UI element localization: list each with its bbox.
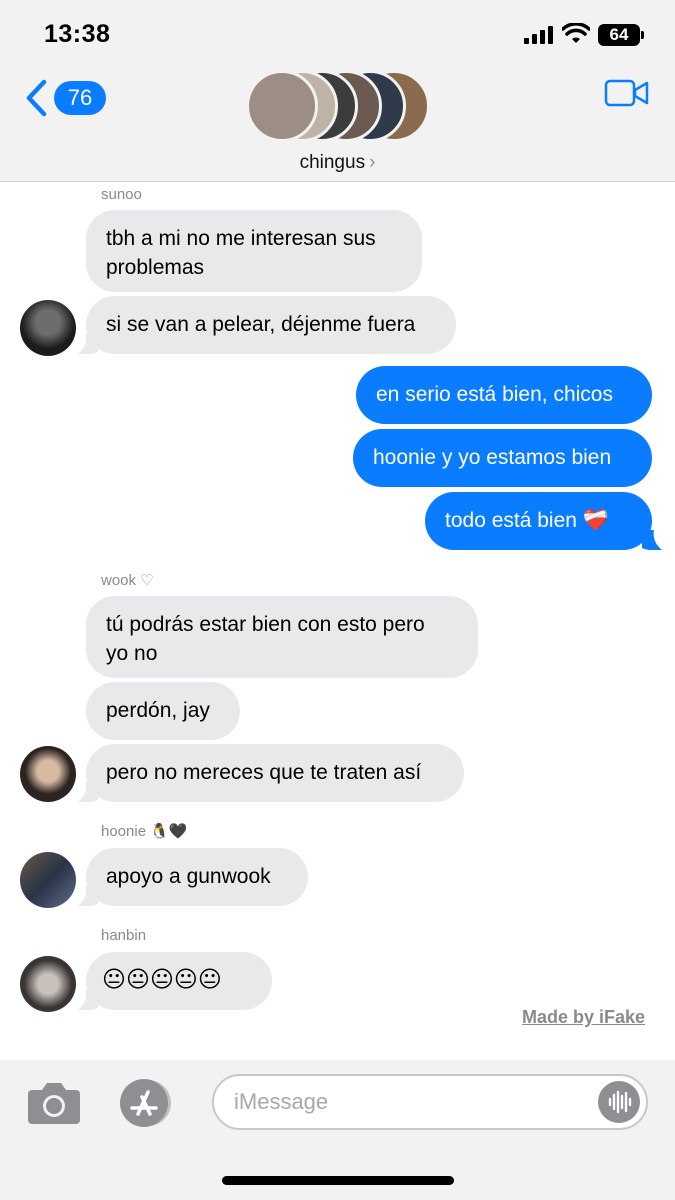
message-bubble[interactable]: hoonie y yo estamos bien [353, 429, 652, 487]
message-bubble[interactable]: pero no mereces que te traten así [86, 744, 464, 802]
battery-icon: 64 [598, 24, 640, 46]
group-avatars[interactable] [246, 70, 430, 142]
back-button[interactable]: 76 [24, 78, 114, 118]
audio-message-button[interactable] [598, 1081, 640, 1123]
group-name-text: chingus [299, 152, 366, 173]
chevron-right-icon: › [369, 152, 376, 173]
group-name[interactable]: chingus › [0, 152, 675, 174]
wifi-icon [562, 23, 590, 43]
message-text: problemas [106, 256, 205, 279]
audio-message-icon [608, 1090, 632, 1114]
message-text: pero no mereces que te traten así [106, 761, 422, 784]
message-input-placeholder: iMessage [234, 1089, 329, 1114]
signal-icon [524, 26, 553, 44]
sender-name: hanbin [101, 927, 147, 944]
watermark: Made by iFake [522, 1007, 646, 1027]
bubble-tail [78, 334, 98, 354]
message-text: tú podrás estar bien con esto pero [106, 613, 425, 636]
composer-bar: iMessage [0, 1060, 675, 1200]
back-chevron-icon [26, 79, 47, 117]
sender-name: hoonie 🐧🖤 [101, 823, 188, 840]
message-text: apoyo a gunwook [106, 865, 271, 888]
home-indicator [222, 1176, 454, 1185]
avatar[interactable] [20, 852, 76, 908]
camera-icon[interactable] [26, 1080, 82, 1126]
avatar[interactable] [20, 300, 76, 356]
message-text: en serio está bien, chicos [376, 383, 613, 406]
status-bar: 13:38 64 [0, 0, 675, 70]
app-store-icon[interactable] [116, 1078, 176, 1128]
battery-tip [641, 31, 644, 39]
message-bubble[interactable]: todo está bien ❤️‍🩹 [425, 492, 652, 550]
bubble-tail [78, 782, 98, 802]
message-text: hoonie y yo estamos bien [373, 446, 612, 469]
message-bubble[interactable]: si se van a pelear, déjenme fuera [86, 296, 456, 354]
sender-name: wook ♡ [101, 572, 154, 589]
message-text: perdón, jay [106, 699, 210, 722]
avatar[interactable] [20, 746, 76, 802]
message-bubble[interactable]: tbh a mi no me interesan sus problemas [86, 210, 422, 292]
message-bubble[interactable]: apoyo a gunwook [86, 848, 308, 906]
message-input[interactable]: iMessage [212, 1074, 648, 1130]
video-call-icon[interactable] [604, 78, 650, 108]
unread-count-badge: 76 [54, 81, 106, 115]
message-bubble[interactable]: perdón, jay [86, 682, 240, 740]
conversation-header: 76 chingus › [0, 70, 675, 182]
message-text: 😐😐😐😐😐 [102, 966, 222, 992]
message-bubble[interactable]: en serio está bien, chicos [356, 366, 652, 424]
sender-name: sunoo [101, 186, 142, 203]
status-time: 13:38 [44, 20, 111, 48]
message-text: yo no [106, 642, 158, 665]
message-bubble[interactable]: tú podrás estar bien con esto pero yo no [86, 596, 478, 678]
bubble-tail [78, 990, 98, 1010]
message-text: si se van a pelear, déjenme fuera [106, 313, 416, 336]
message-bubble[interactable]: 😐😐😐😐😐 [86, 952, 272, 1010]
bubble-tail [642, 530, 662, 550]
bubble-tail [78, 886, 98, 906]
message-text: todo está bien ❤️‍🩹 [445, 509, 609, 532]
group-avatar [246, 70, 318, 142]
message-text: tbh a mi no me interesan sus [106, 227, 376, 250]
avatar[interactable] [20, 956, 76, 1012]
